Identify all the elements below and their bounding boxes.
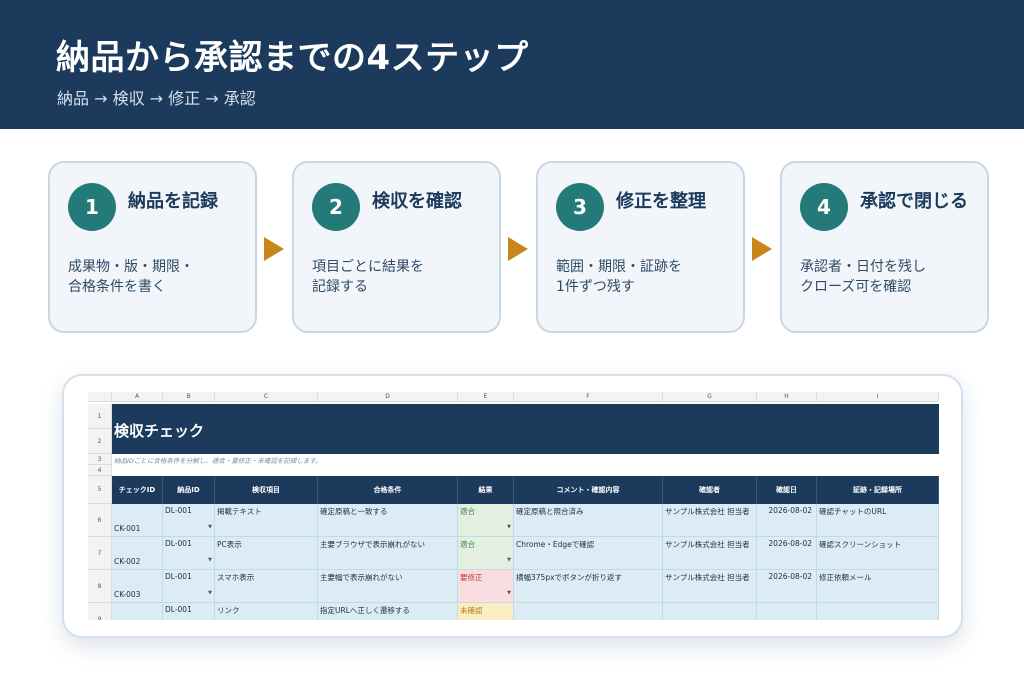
column-header[interactable]: B xyxy=(163,392,215,402)
cell-criteria[interactable]: 主要ブラウザで表示崩れがない xyxy=(318,537,458,570)
page-title: 納品から承認までの4ステップ xyxy=(56,38,529,78)
row-header[interactable]: 4 xyxy=(88,465,112,476)
cell-check-id[interactable]: CK-001 xyxy=(112,504,163,537)
step-description: 範囲・期限・証跡を 1件ずつ残す xyxy=(556,259,682,295)
step-description: 承認者・日付を残し クローズ可を確認 xyxy=(800,259,926,295)
cell-reviewer[interactable]: サンプル株式会社 担当者 xyxy=(663,570,757,603)
step-title: 納品を記録 xyxy=(128,191,218,212)
header-banner: 納品から承認までの4ステップ 納品 → 検収 → 修正 → 承認 xyxy=(0,0,1024,129)
cell-reviewer[interactable]: サンプル株式会社 担当者 xyxy=(663,504,757,537)
cell-evidence[interactable]: 確認チャットのURL xyxy=(817,504,939,537)
cell-check-id[interactable]: CK-003 xyxy=(112,570,163,603)
cell-evidence[interactable]: 修正依頼メール xyxy=(817,570,939,603)
cell-result[interactable]: 要修正 xyxy=(458,570,514,603)
spreadsheet-screenshot-frame: A B C D E F G H I 1 2 3 4 5 6 7 8 9 検収チェ… xyxy=(62,374,963,638)
step-title: 承認で閉じる xyxy=(860,191,968,212)
arrow-right-icon xyxy=(752,237,772,261)
step-card-3: 3 修正を整理 範囲・期限・証跡を 1件ずつ残す xyxy=(536,161,745,333)
cell-comment[interactable] xyxy=(514,603,663,620)
table-header-cell[interactable]: 確認者 xyxy=(663,476,757,504)
cell-comment[interactable]: 横幅375pxでボタンが折り返す xyxy=(514,570,663,603)
cell-reviewer[interactable] xyxy=(663,603,757,620)
table-header-cell[interactable]: 合格条件 xyxy=(318,476,458,504)
row-header[interactable]: 9 xyxy=(88,603,112,620)
cell-result[interactable]: 未確認 xyxy=(458,603,514,620)
column-header[interactable]: G xyxy=(663,392,757,402)
sheet-title: 検収チェック xyxy=(114,422,205,440)
cell-criteria[interactable]: 確定原稿と一致する xyxy=(318,504,458,537)
cell-date[interactable]: 2026-08-02 xyxy=(757,537,817,570)
column-header[interactable]: A xyxy=(112,392,163,402)
table-header-cell[interactable]: コメント・確認内容 xyxy=(514,476,663,504)
cell-result[interactable]: 適合 xyxy=(458,504,514,537)
sheet-note[interactable]: 納品IDごとに合格条件を分解し、適合・要修正・未確認を記録します。 xyxy=(114,455,322,465)
column-header[interactable]: I xyxy=(817,392,939,402)
table-header-cell[interactable]: 納品ID xyxy=(163,476,215,504)
step-description: 項目ごとに結果を 記録する xyxy=(312,259,424,295)
cell-evidence[interactable]: 確認スクリーンショット xyxy=(817,537,939,570)
step-title: 検収を確認 xyxy=(372,191,462,212)
cell-date[interactable]: 2026-08-02 xyxy=(757,504,817,537)
column-header[interactable]: F xyxy=(514,392,663,402)
step-number-badge: 4 xyxy=(800,183,848,231)
cell-date[interactable]: 2026-08-02 xyxy=(757,570,817,603)
step-card-4: 4 承認で閉じる 承認者・日付を残し クローズ可を確認 xyxy=(780,161,989,333)
cell-delivery-id[interactable]: DL-001 xyxy=(163,603,215,620)
table-header-cell[interactable]: チェックID xyxy=(112,476,163,504)
sheet-title-band[interactable]: 検収チェック xyxy=(112,404,939,454)
column-header[interactable]: D xyxy=(318,392,458,402)
cell-comment[interactable]: 確定原稿と照合済み xyxy=(514,504,663,537)
cell-criteria[interactable]: 指定URLへ正しく遷移する xyxy=(318,603,458,620)
spreadsheet: A B C D E F G H I 1 2 3 4 5 6 7 8 9 検収チェ… xyxy=(88,392,939,620)
cell-date[interactable] xyxy=(757,603,817,620)
table-header-cell[interactable]: 確認日 xyxy=(757,476,817,504)
column-header[interactable]: H xyxy=(757,392,817,402)
row-header[interactable]: 5 xyxy=(88,476,112,504)
row-header[interactable]: 8 xyxy=(88,570,112,603)
arrow-right-icon xyxy=(508,237,528,261)
cell-item[interactable]: PC表示 xyxy=(215,537,318,570)
column-header[interactable]: C xyxy=(215,392,318,402)
table-header-cell[interactable]: 証跡・記録場所 xyxy=(817,476,939,504)
cell-check-id[interactable] xyxy=(112,603,163,620)
cell-delivery-id[interactable]: DL-001 xyxy=(163,504,215,537)
cell-delivery-id[interactable]: DL-001 xyxy=(163,537,215,570)
sheet-corner xyxy=(88,392,112,402)
step-title: 修正を整理 xyxy=(616,191,706,212)
step-description: 成果物・版・期限・ 合格条件を書く xyxy=(68,259,194,295)
row-header[interactable]: 2 xyxy=(88,429,112,454)
cell-item[interactable]: 掲載テキスト xyxy=(215,504,318,537)
step-number-badge: 2 xyxy=(312,183,360,231)
step-card-1: 1 納品を記録 成果物・版・期限・ 合格条件を書く xyxy=(48,161,257,333)
cell-delivery-id[interactable]: DL-001 xyxy=(163,570,215,603)
page-subtitle: 納品 → 検収 → 修正 → 承認 xyxy=(57,89,256,108)
row-header[interactable]: 7 xyxy=(88,537,112,570)
cell-item[interactable]: リンク xyxy=(215,603,318,620)
cell-evidence[interactable] xyxy=(817,603,939,620)
cell-comment[interactable]: Chrome・Edgeで確認 xyxy=(514,537,663,570)
row-header[interactable]: 1 xyxy=(88,404,112,429)
row-header[interactable]: 6 xyxy=(88,504,112,537)
step-card-2: 2 検収を確認 項目ごとに結果を 記録する xyxy=(292,161,501,333)
cell-reviewer[interactable]: サンプル株式会社 担当者 xyxy=(663,537,757,570)
step-number-badge: 1 xyxy=(68,183,116,231)
cell-criteria[interactable]: 主要幅で表示崩れがない xyxy=(318,570,458,603)
row-header[interactable]: 3 xyxy=(88,454,112,465)
table-header-cell[interactable]: 結果 xyxy=(458,476,514,504)
arrow-right-icon xyxy=(264,237,284,261)
cell-item[interactable]: スマホ表示 xyxy=(215,570,318,603)
table-header-cell[interactable]: 検収項目 xyxy=(215,476,318,504)
step-number-badge: 3 xyxy=(556,183,604,231)
cell-result[interactable]: 適合 xyxy=(458,537,514,570)
cell-check-id[interactable]: CK-002 xyxy=(112,537,163,570)
column-header[interactable]: E xyxy=(458,392,514,402)
